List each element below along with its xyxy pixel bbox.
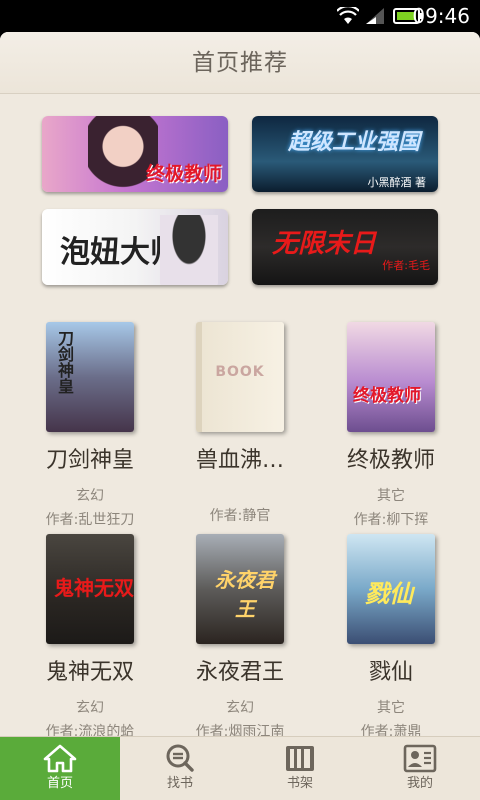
app-screen: 首页推荐 终极教师 超级工业强国 小黑醉酒 著 泡妞大师 无限末日 作者:毛毛 …	[0, 32, 480, 800]
bottom-nav: 首页 找书 书架 我的	[0, 736, 480, 800]
book-title: 鬼神无双	[45, 660, 134, 685]
nav-find-label: 找书	[166, 776, 193, 791]
banner-2[interactable]: 超级工业强国 小黑醉酒 著	[252, 116, 438, 192]
header: 首页推荐	[0, 32, 480, 94]
book-title: 刀剑神皇	[45, 448, 134, 473]
book-category: 玄幻	[76, 700, 104, 716]
banner-3[interactable]: 泡妞大师	[42, 209, 228, 285]
nav-mine[interactable]: 我的	[360, 737, 480, 800]
book-category	[165, 485, 315, 501]
banner-4[interactable]: 无限末日 作者:毛毛	[252, 209, 438, 285]
nav-find-books[interactable]: 找书	[120, 737, 240, 800]
book-category: 其它	[377, 700, 405, 716]
book-item[interactable]: 终极教师 终极教师 其它 作者:柳下挥	[316, 322, 466, 529]
banner-4-text: 无限末日	[272, 229, 377, 259]
cover-title: 戮仙	[365, 579, 413, 608]
cover-title: 刀剑神皇	[55, 330, 74, 394]
book-item[interactable]: BOOK 兽血沸… 作者:静官	[165, 322, 315, 525]
book-author: 作者:柳下挥	[353, 512, 429, 528]
wifi-icon	[337, 7, 359, 24]
banner-1[interactable]: 终极教师	[42, 116, 228, 192]
nav-home[interactable]: 首页	[0, 737, 120, 800]
nav-bookshelf-label: 书架	[286, 776, 313, 791]
home-icon	[43, 744, 77, 773]
book-cover: 刀剑神皇	[46, 322, 134, 432]
cover-title: 终极教师	[353, 386, 421, 406]
banner-2-author: 小黑醉酒 著	[367, 176, 427, 189]
book-title: 兽血沸…	[195, 448, 284, 473]
cover-placeholder-label: BOOK	[215, 364, 265, 380]
book-cover: BOOK	[196, 322, 284, 432]
book-category: 其它	[377, 488, 405, 504]
nav-home-label: 首页	[46, 776, 73, 791]
book-item[interactable]: 鬼神无双 鬼神无双 玄幻 作者:流浪的蛤	[15, 534, 165, 741]
book-item[interactable]: 戮仙 戮仙 其它 作者:萧鼎	[316, 534, 466, 741]
book-title: 终极教师	[346, 448, 435, 473]
book-item[interactable]: 刀剑神皇 刀剑神皇 玄幻 作者:乱世狂刀	[15, 322, 165, 529]
banner-4-sub: 作者:毛毛	[382, 259, 430, 272]
book-title: 戮仙	[368, 660, 413, 685]
banner-1-text: 终极教师	[145, 163, 222, 185]
status-time: 09:46	[412, 4, 470, 28]
book-category: 玄幻	[76, 488, 104, 504]
book-category: 玄幻	[226, 700, 254, 716]
nav-mine-label: 我的	[406, 776, 433, 791]
banner-figure	[160, 215, 218, 285]
nav-bookshelf[interactable]: 书架	[240, 737, 360, 800]
page-title: 首页推荐	[192, 50, 288, 76]
bookshelf-icon	[286, 746, 314, 771]
banner-2-text: 超级工业强国	[288, 129, 421, 155]
book-cover: 鬼神无双	[46, 534, 134, 644]
status-bar: 09:46	[0, 0, 480, 32]
book-item[interactable]: 永夜君王 永夜君王 玄幻 作者:烟雨江南	[165, 534, 315, 741]
book-title: 永夜君王	[195, 660, 284, 685]
book-author: 作者:静官	[209, 508, 271, 524]
book-cover: 戮仙	[347, 534, 435, 644]
search-icon	[166, 744, 194, 772]
book-cover: 终极教师	[347, 322, 435, 432]
cover-title: 鬼神无双	[54, 576, 134, 600]
profile-icon	[403, 744, 437, 773]
cover-title: 永夜君王	[215, 568, 275, 621]
book-author: 作者:乱世狂刀	[45, 512, 135, 528]
signal-icon	[366, 8, 384, 24]
book-cover: 永夜君王	[196, 534, 284, 644]
banner-area: 终极教师 超级工业强国 小黑醉酒 著 泡妞大师 无限末日 作者:毛毛	[0, 94, 480, 308]
